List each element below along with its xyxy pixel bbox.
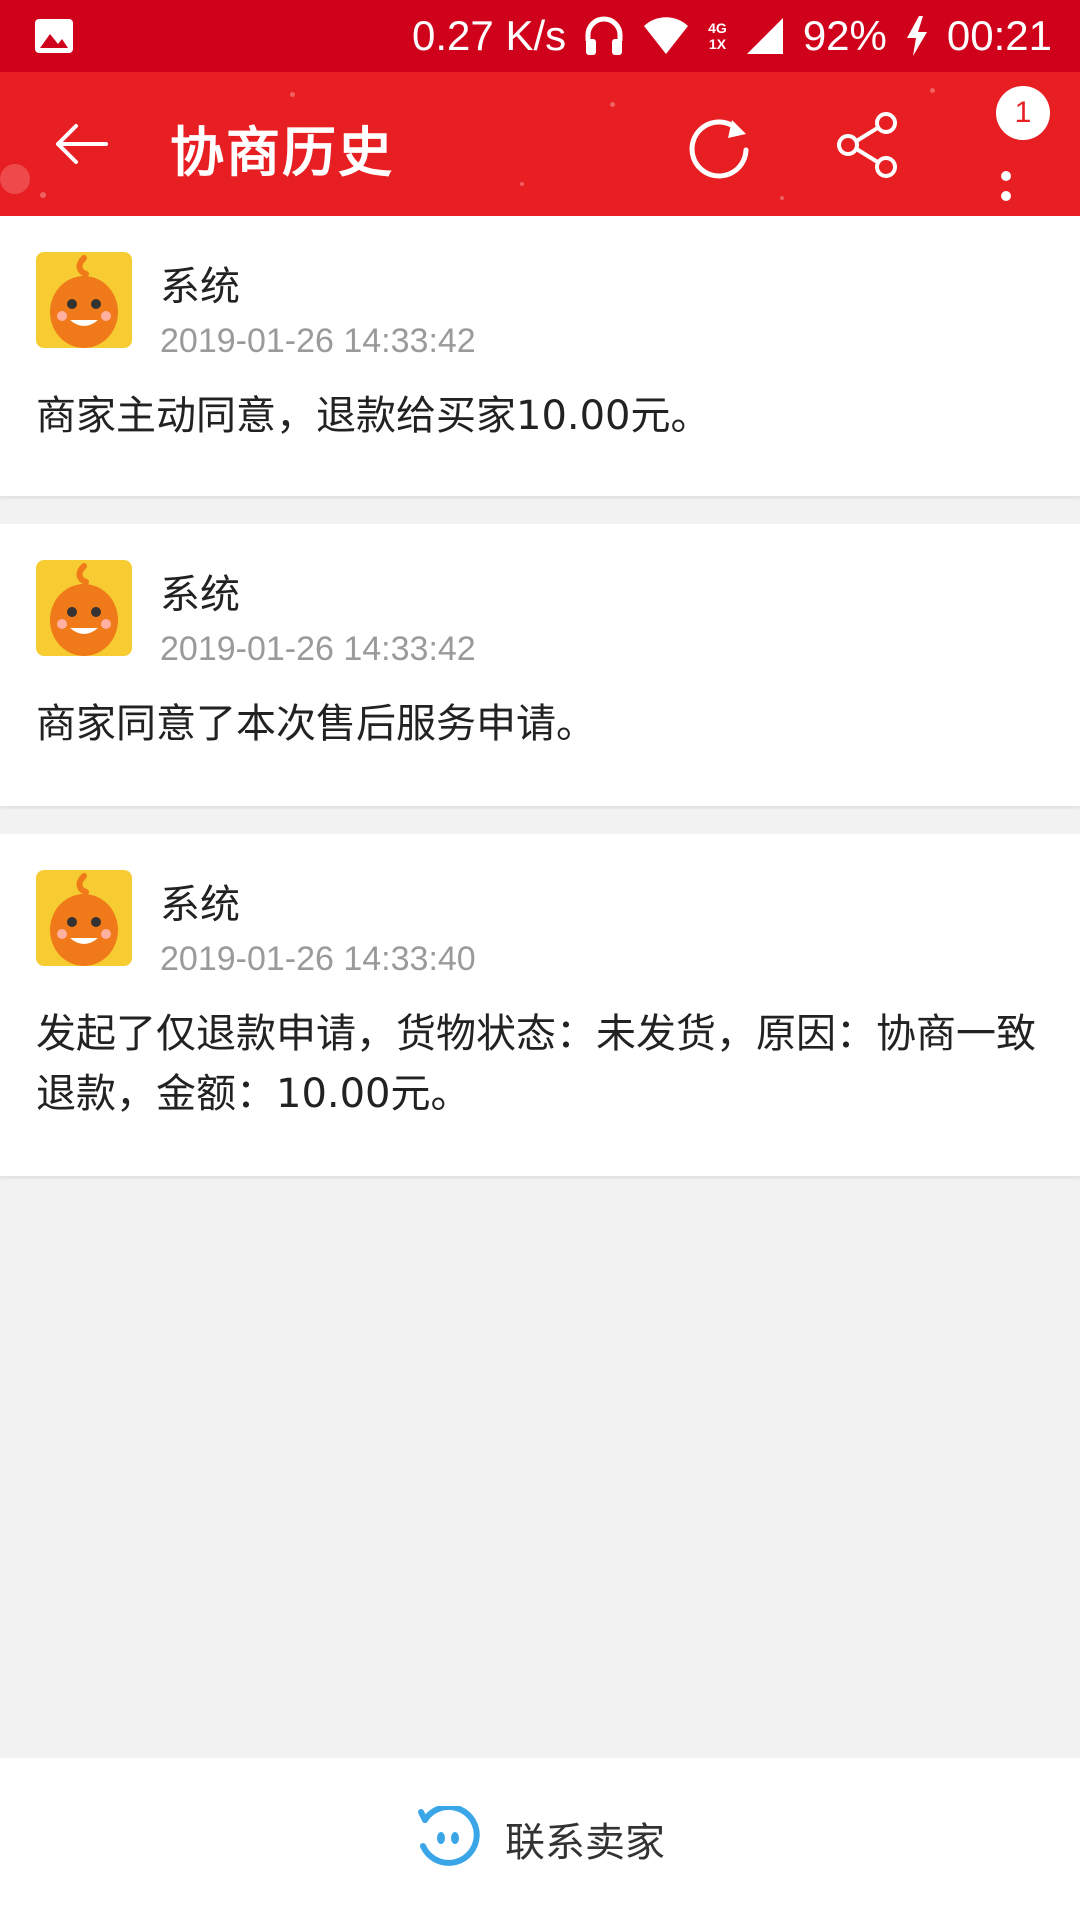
arrow-left-icon [56, 124, 108, 164]
image-icon [34, 18, 74, 58]
contact-seller-button[interactable]: 联系卖家 [415, 1806, 665, 1872]
timestamp: 2019-01-26 14:33:42 [160, 630, 476, 668]
avatar [36, 252, 132, 348]
history-item: 系统 2019-01-26 14:33:40 发起了仅退款申请，货物状态：未发货… [0, 834, 1080, 1176]
clock: 00:21 [946, 12, 1052, 59]
avatar [36, 560, 132, 656]
history-item: 系统 2019-01-26 14:33:42 商家主动同意，退款给买家10.00… [0, 216, 1080, 496]
network-type: 4G 1X [708, 20, 727, 52]
sender-name: 系统 [160, 572, 240, 618]
share-icon [837, 112, 897, 178]
share-button[interactable] [832, 110, 902, 180]
history-item: 系统 2019-01-26 14:33:42 商家同意了本次售后服务申请。 [0, 524, 1080, 806]
sender-name: 系统 [160, 882, 240, 928]
notification-badge: 1 [996, 86, 1050, 140]
app-bar: 协商历史 1 [0, 72, 1080, 216]
message-content: 发起了仅退款申请，货物状态：未发货，原因：协商一致退款，金额：10.00元。 [36, 1011, 1036, 1117]
refresh-icon [689, 119, 749, 179]
signal-icon [745, 16, 785, 56]
chat-face-icon [418, 1806, 480, 1866]
message-content: 商家主动同意，退款给买家10.00元。 [36, 393, 711, 439]
timestamp: 2019-01-26 14:33:42 [160, 322, 476, 360]
avatar [36, 870, 132, 966]
status-bar: 0.27 K/s 4G 1X 92% 00:21 [0, 0, 1080, 72]
back-button[interactable] [46, 112, 116, 176]
contact-seller-label: 联系卖家 [505, 1820, 665, 1866]
refresh-button[interactable] [684, 112, 754, 182]
page-title: 协商历史 [170, 121, 394, 184]
bottom-bar: 联系卖家 [0, 1758, 1080, 1920]
charging-icon [905, 16, 929, 56]
message-content: 商家同意了本次售后服务申请。 [36, 701, 596, 747]
timestamp: 2019-01-26 14:33:40 [160, 940, 476, 978]
sender-name: 系统 [160, 264, 240, 310]
battery-level: 92% [802, 12, 887, 59]
wifi-icon [642, 16, 690, 56]
network-speed: 0.27 K/s [412, 12, 567, 59]
headphones-icon [584, 15, 624, 57]
